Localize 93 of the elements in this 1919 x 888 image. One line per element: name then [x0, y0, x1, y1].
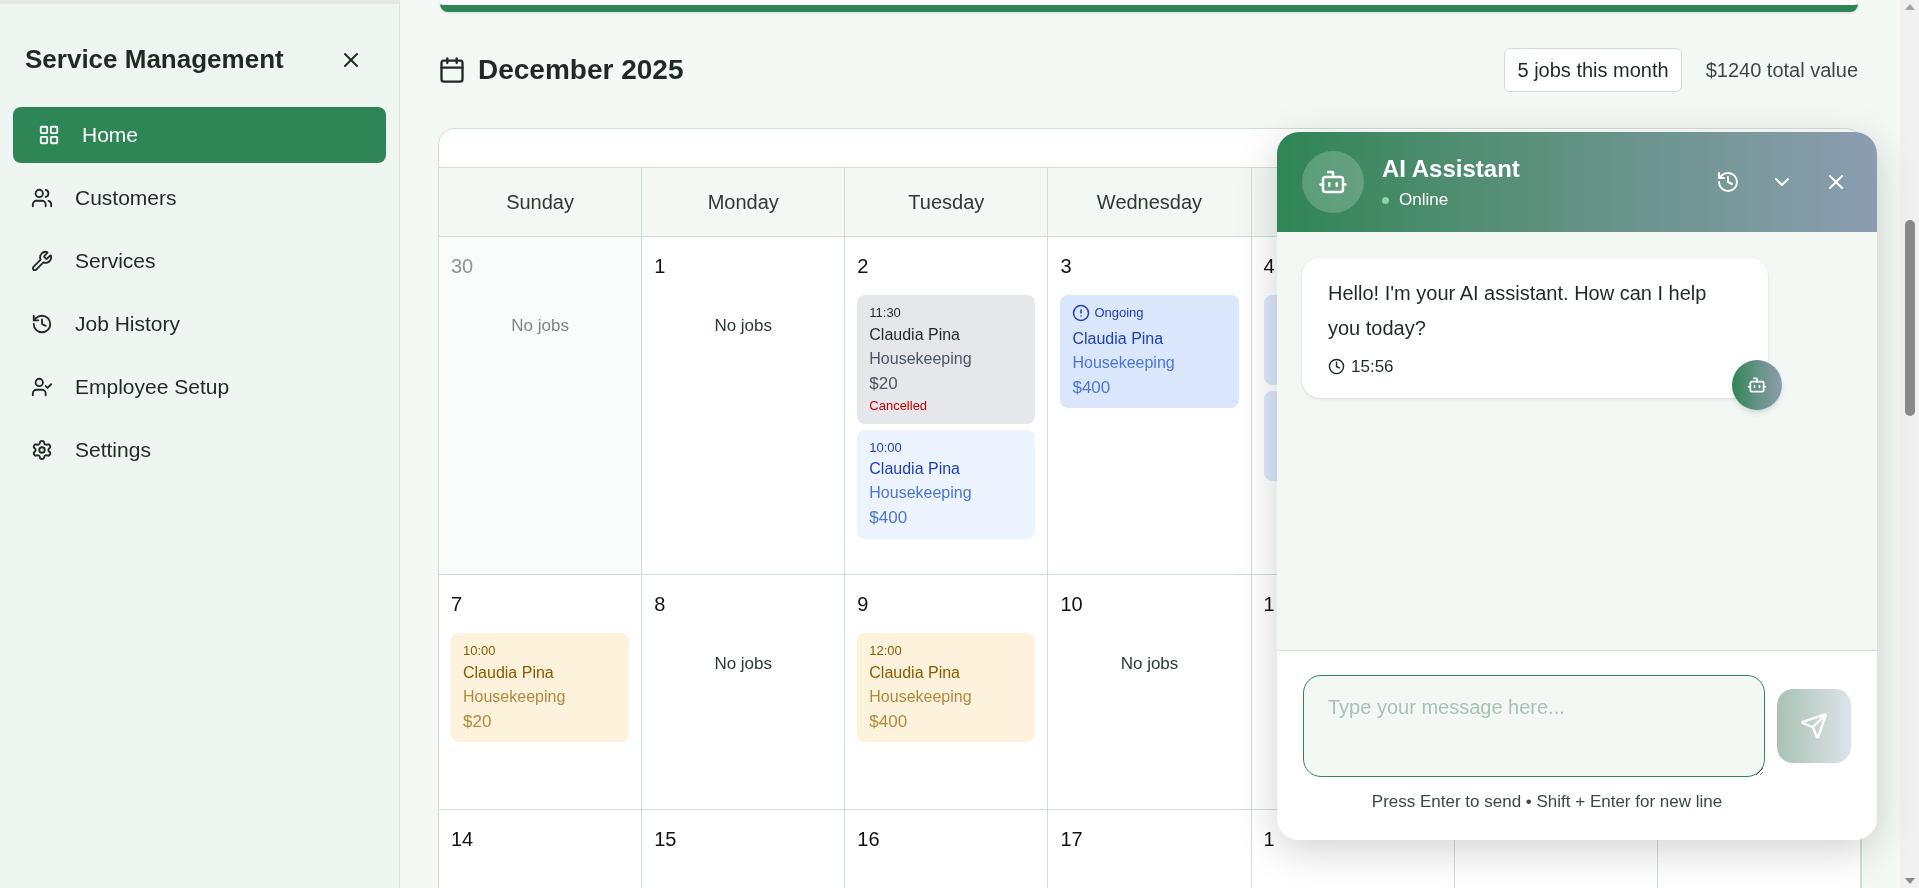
job-price: $400	[869, 507, 908, 529]
nav-item[interactable]: Home	[13, 107, 386, 163]
job-service: Housekeeping	[1072, 352, 1175, 373]
alert-icon	[1072, 303, 1091, 322]
day-number: 30	[451, 254, 474, 279]
job-time: 10:00	[869, 438, 902, 457]
job-card[interactable]: 11:30 Claudia Pina Housekeeping $20 Cancelled	[857, 295, 1036, 424]
clock-icon	[1328, 358, 1345, 376]
day-number: 1	[654, 254, 666, 279]
message-input[interactable]: Type your message here...	[1303, 675, 1765, 777]
history-icon	[31, 313, 53, 335]
weekday-header: Sunday	[506, 190, 574, 215]
job-time: 10:00	[463, 642, 496, 660]
day-number: 9	[857, 592, 869, 617]
nav-item[interactable]: Job History	[13, 296, 386, 352]
day-cell[interactable]: 10 No jobs	[1048, 575, 1252, 809]
dashboard-icon	[38, 124, 60, 146]
day-cell[interactable]: 14	[439, 810, 643, 888]
day-cell[interactable]: 8 No jobs	[642, 575, 846, 809]
chat-status: Online	[1399, 189, 1449, 212]
send-button[interactable]	[1777, 689, 1851, 763]
day-number: 16	[857, 827, 880, 852]
job-time: 12:00	[869, 642, 902, 660]
calendar-icon	[438, 56, 466, 84]
day-number: 15	[654, 827, 677, 852]
day-number: 1	[1263, 592, 1275, 617]
day-number: 1	[1263, 827, 1275, 852]
day-number: 17	[1060, 827, 1083, 852]
job-card[interactable]: 12:00 Claudia Pina Housekeeping $400	[857, 633, 1036, 742]
job-card[interactable]: 10:00 Claudia Pina Housekeeping $20	[451, 633, 630, 742]
settings-icon	[31, 439, 53, 461]
job-card[interactable]: 10:00 Claudia Pina Housekeeping $400	[857, 429, 1036, 539]
message-text: Hello! I'm your AI assistant. How can I help you today?	[1328, 281, 1708, 341]
day-cell[interactable]: 16	[845, 810, 1049, 888]
scroll-thumb[interactable]	[1904, 220, 1915, 416]
day-cell[interactable]: 17	[1048, 810, 1252, 888]
day-number: 14	[451, 827, 474, 852]
wrench-icon	[31, 250, 53, 272]
day-number: 7	[451, 592, 463, 617]
day-cell[interactable]: 2 11:30 Claudia Pina Housekeeping $20 Cancelled 10:00 Claudia Pina Housekeeping $400	[845, 237, 1049, 574]
job-service: Housekeeping	[869, 686, 972, 707]
day-cell[interactable]: 30 No jobs	[439, 237, 643, 574]
day-cell[interactable]: 1 No jobs	[642, 237, 846, 574]
job-service: Housekeeping	[463, 686, 566, 707]
empty-label: No jobs	[714, 315, 773, 337]
nav-item[interactable]: Customers	[13, 170, 386, 226]
day-number: 8	[654, 592, 666, 617]
empty-label: No jobs	[1120, 653, 1179, 675]
job-customer: Claudia Pina	[869, 459, 960, 479]
user-check-icon	[31, 376, 53, 398]
input-hint: Press Enter to send • Shift + Enter for new line	[1371, 791, 1724, 813]
job-customer: Claudia Pina	[1072, 328, 1164, 349]
job-service: Housekeeping	[869, 348, 972, 369]
nav-item[interactable]: Services	[13, 233, 386, 289]
scrollbar[interactable]	[1900, 0, 1919, 888]
job-service: Housekeeping	[869, 483, 972, 503]
job-customer: Claudia Pina	[869, 662, 960, 683]
history-icon[interactable]	[1716, 170, 1740, 194]
day-number: 2	[857, 254, 869, 279]
job-price: $20	[869, 372, 898, 395]
nav-item[interactable]: Employee Setup	[13, 359, 386, 415]
scroll-down-icon[interactable]	[1904, 878, 1915, 884]
day-number: 4	[1263, 254, 1275, 279]
day-cell[interactable]: 9 12:00 Claudia Pina Housekeeping $400	[845, 575, 1049, 809]
total-value: $1240 total value	[1705, 58, 1858, 83]
job-card[interactable]: Ongoing Claudia Pina Housekeeping $400	[1060, 295, 1239, 408]
job-time: 11:30	[869, 304, 901, 322]
weekday-header: Tuesday	[908, 190, 985, 215]
nav-item[interactable]: Settings	[13, 422, 386, 478]
job-status: Ongoing	[1094, 304, 1144, 322]
app-title: Service Management	[25, 43, 284, 76]
send-icon	[1800, 712, 1828, 740]
scroll-up-icon[interactable]	[1904, 4, 1915, 10]
weekday-header: Wednesday	[1096, 190, 1203, 215]
chat-title: AI Assistant	[1382, 154, 1520, 185]
empty-label: No jobs	[714, 653, 773, 675]
empty-label: No jobs	[511, 315, 569, 337]
message-time: 15:56	[1351, 356, 1394, 378]
day-cell[interactable]: 7 10:00 Claudia Pina Housekeeping $20	[439, 575, 643, 809]
job-price: $400	[869, 710, 908, 733]
job-status: Cancelled	[869, 397, 928, 415]
day-number: 3	[1060, 254, 1072, 279]
day-number: 10	[1060, 592, 1083, 617]
jobs-count-badge: 5 jobs this month	[1504, 48, 1682, 92]
job-price: $20	[463, 710, 492, 733]
day-cell[interactable]: 3 Ongoing Claudia Pina Housekeeping $400	[1048, 237, 1252, 574]
users-icon	[31, 187, 53, 209]
job-price: $400	[1072, 376, 1111, 399]
weekday-header: Monday	[707, 190, 779, 215]
day-cell[interactable]: 15	[642, 810, 846, 888]
job-customer: Claudia Pina	[869, 324, 960, 345]
job-customer: Claudia Pina	[463, 662, 554, 683]
month-title: December 2025	[478, 53, 684, 87]
